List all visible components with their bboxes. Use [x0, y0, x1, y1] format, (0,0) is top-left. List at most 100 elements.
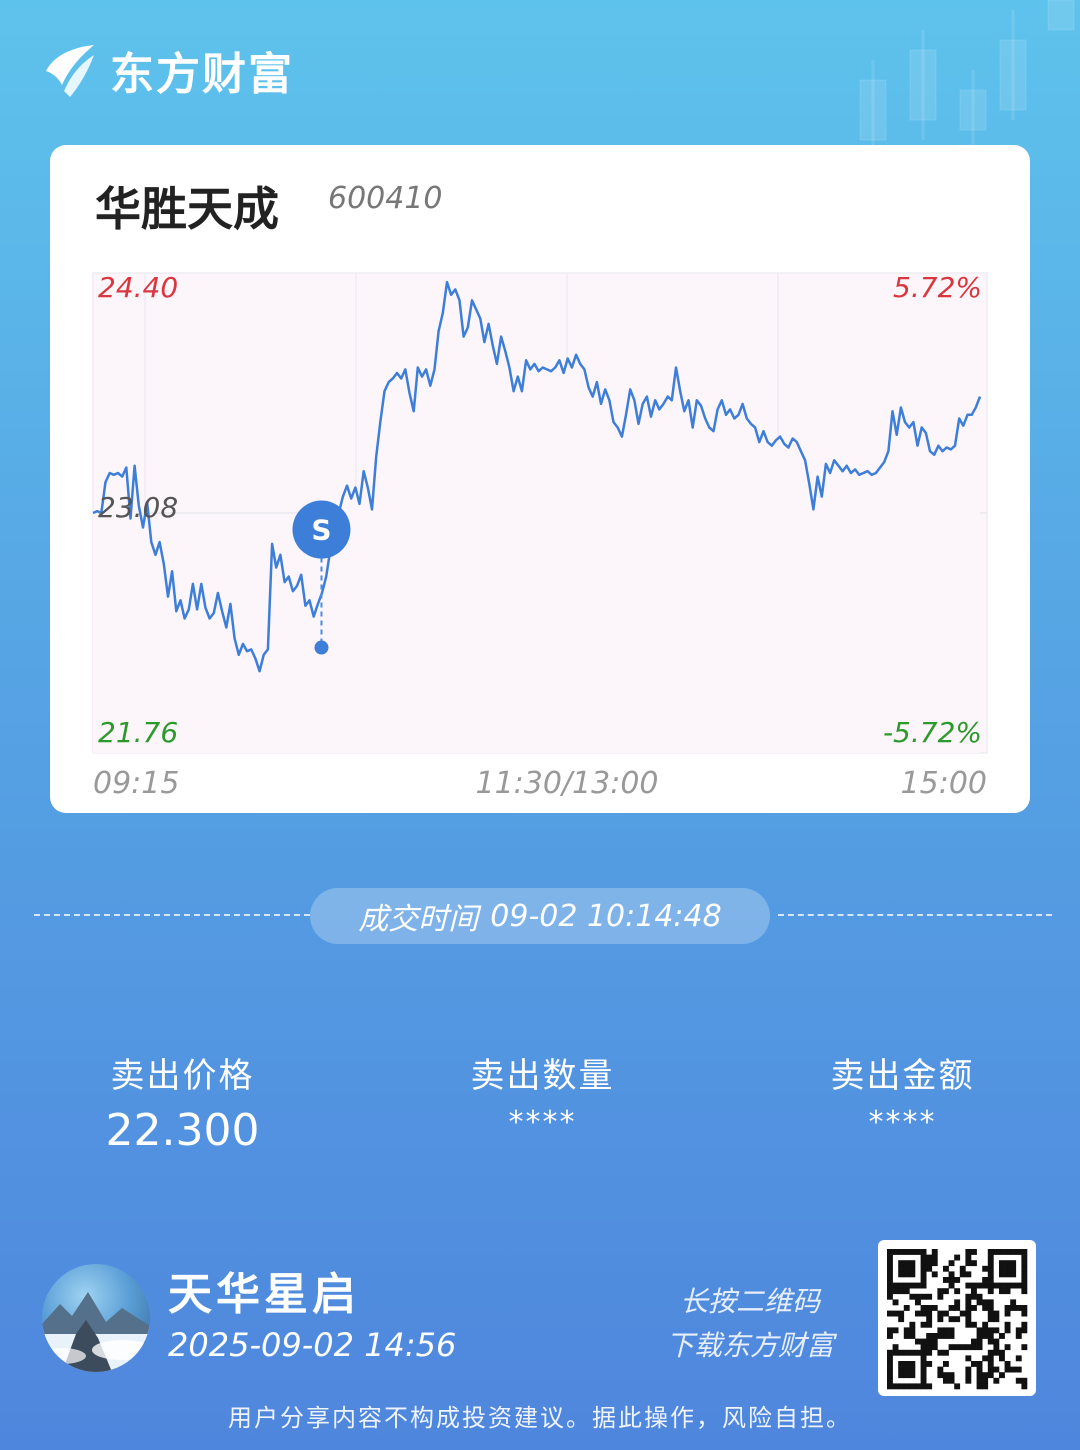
qr-module [1015, 1355, 1022, 1362]
qr-module [892, 1299, 899, 1306]
qr-module [898, 1265, 905, 1272]
qr-module [937, 1293, 944, 1300]
qr-module [1004, 1271, 1011, 1278]
qr-module [909, 1293, 916, 1300]
qr-module [1004, 1249, 1011, 1255]
qr-module [993, 1338, 1000, 1345]
qr-module [887, 1366, 893, 1373]
qr-module [887, 1260, 893, 1267]
qr-module [987, 1361, 994, 1367]
qr-module [909, 1383, 916, 1390]
qr-module [954, 1344, 961, 1351]
user-avatar[interactable] [42, 1264, 150, 1372]
qr-module [915, 1310, 921, 1317]
qr-module [971, 1282, 977, 1289]
qr-module [909, 1361, 916, 1367]
qr-module [976, 1344, 983, 1351]
qr-module [982, 1282, 989, 1289]
qr-module [948, 1316, 955, 1323]
stock-chart-card[interactable]: 华胜天成 600410 24.40 23.08 21.76 5.72% -5.7… [50, 145, 1030, 813]
qr-module [926, 1321, 933, 1328]
qr-module [971, 1338, 977, 1345]
qr-module [1004, 1344, 1011, 1351]
qr-module [926, 1383, 933, 1390]
qr-module [915, 1249, 921, 1255]
qr-module [937, 1310, 944, 1317]
qr-module [909, 1333, 916, 1339]
qr-module [954, 1316, 961, 1323]
qr-module [943, 1377, 949, 1384]
qr-module [898, 1260, 905, 1267]
qr-module [999, 1271, 1005, 1278]
qr-module [1021, 1310, 1028, 1317]
qr-module [982, 1321, 989, 1328]
qr-hint-line1: 长按二维码 [679, 1285, 820, 1318]
qr-module [982, 1327, 989, 1334]
qr-module [982, 1305, 989, 1311]
download-qr-code[interactable] [878, 1240, 1036, 1396]
qr-module [926, 1361, 933, 1367]
qr-module [1015, 1282, 1022, 1289]
qr-module [954, 1383, 961, 1390]
qr-module [1015, 1327, 1022, 1334]
qr-module [909, 1260, 916, 1267]
qr-module [926, 1344, 933, 1351]
qr-module [931, 1254, 938, 1261]
qr-module [909, 1327, 916, 1334]
x-tick-midday: 11:30/13:00 [475, 766, 658, 801]
qr-module [965, 1254, 972, 1261]
qr-module [943, 1349, 949, 1356]
background-candles-decoration [859, 0, 1075, 150]
stat-sell-price: 卖出价格 22.300 [95, 1048, 270, 1156]
qr-module [920, 1282, 927, 1289]
qr-module [892, 1383, 899, 1390]
qr-module [1021, 1383, 1028, 1390]
qr-module [987, 1333, 994, 1339]
qr-module [898, 1316, 905, 1323]
qr-module [892, 1327, 899, 1334]
qr-module [987, 1349, 994, 1356]
qr-module [965, 1305, 972, 1311]
qr-module [926, 1254, 933, 1261]
qr-module [887, 1372, 893, 1379]
eastmoney-logo-icon [46, 45, 94, 97]
qr-module [965, 1249, 972, 1255]
qr-module [965, 1271, 972, 1278]
qr-module [1021, 1282, 1028, 1289]
qr-module [1004, 1327, 1011, 1334]
qr-module [982, 1377, 989, 1384]
stat-sell-price-value: 22.300 [105, 1105, 260, 1156]
qr-module [971, 1305, 977, 1311]
y-tick-high: 24.40 [98, 271, 178, 304]
qr-module [965, 1344, 972, 1351]
qr-module [976, 1372, 983, 1379]
qr-module [926, 1316, 933, 1323]
qr-module [1015, 1366, 1022, 1373]
qr-module [982, 1299, 989, 1306]
qr-module [909, 1265, 916, 1272]
qr-module [993, 1366, 1000, 1373]
qr-module [971, 1321, 977, 1328]
qr-module [987, 1316, 994, 1323]
qr-module [898, 1349, 905, 1356]
qr-module [976, 1282, 983, 1289]
qr-module [887, 1277, 893, 1283]
divider-right [778, 914, 1052, 916]
qr-module [926, 1333, 933, 1339]
qr-module [1004, 1260, 1011, 1267]
qr-module [993, 1349, 1000, 1356]
qr-module [898, 1282, 905, 1289]
qr-module [903, 1372, 910, 1379]
qr-module [993, 1344, 1000, 1351]
qr-module [931, 1333, 938, 1339]
mountain-landscape-icon [42, 1292, 150, 1372]
qr-module [999, 1288, 1005, 1295]
qr-module [1010, 1282, 1017, 1289]
qr-module [943, 1372, 949, 1379]
qr-module [999, 1265, 1005, 1272]
qr-module [976, 1366, 983, 1373]
qr-module [898, 1271, 905, 1278]
qr-module [909, 1282, 916, 1289]
qr-module [903, 1265, 910, 1272]
qr-module [971, 1361, 977, 1367]
